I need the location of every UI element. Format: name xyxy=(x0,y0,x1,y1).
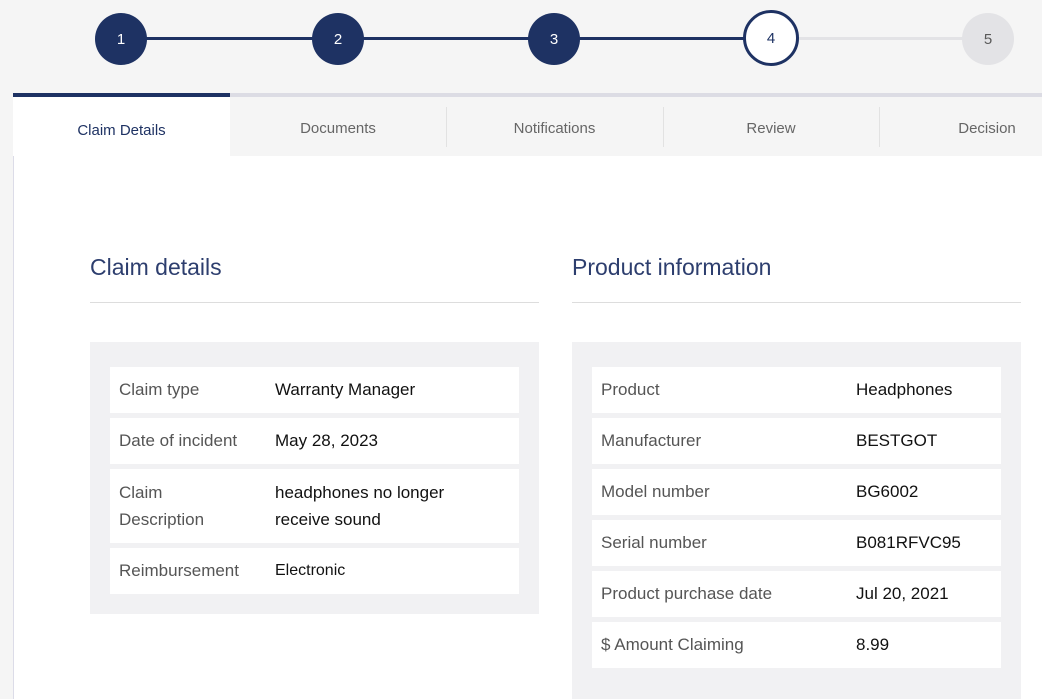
serial-number-row: Serial number B081RFVC95 xyxy=(592,520,1001,566)
manufacturer-label: Manufacturer xyxy=(601,431,702,450)
tab-panel-claim-details: Claim details Claim type Warranty Manage… xyxy=(13,156,1042,699)
tab-claim-details[interactable]: Claim Details xyxy=(13,93,230,156)
amount-claiming-label: $ Amount Claiming xyxy=(601,635,744,654)
claim-description-value-line2: receive sound xyxy=(275,510,381,529)
claim-description-row: Claim Description headphones no longer r… xyxy=(110,469,519,543)
claim-details-heading: Claim details xyxy=(90,254,222,280)
amount-claiming-row: $ Amount Claiming 8.99 xyxy=(592,622,1001,668)
amount-claiming-value: 8.99 xyxy=(856,635,890,654)
tab-bar: Claim Details Documents Notifications Re… xyxy=(13,93,1042,156)
model-number-label: Model number xyxy=(601,482,710,501)
step-connector xyxy=(554,37,772,40)
manufacturer-value: BESTGOT xyxy=(856,431,938,450)
claim-description-label-line2: Description xyxy=(119,510,205,529)
product-row: Product Headphones xyxy=(592,367,1001,413)
serial-number-value: B081RFVC95 xyxy=(856,533,961,552)
claim-type-row: Claim type Warranty Manager xyxy=(110,367,519,413)
step-3[interactable]: 3 xyxy=(528,13,580,65)
serial-number-label: Serial number xyxy=(601,533,707,552)
date-of-incident-value: May 28, 2023 xyxy=(275,431,379,450)
date-of-incident-row: Date of incident May 28, 2023 xyxy=(110,418,519,464)
step-connector xyxy=(120,37,338,40)
manufacturer-row: Manufacturer BESTGOT xyxy=(592,418,1001,464)
step-connector xyxy=(772,37,988,40)
reimbursement-label: Reimbursement xyxy=(119,561,239,580)
step-5[interactable]: 5 xyxy=(962,13,1014,65)
reimbursement-value: Electronic xyxy=(275,562,346,579)
product-information-heading: Product information xyxy=(572,254,772,280)
date-of-incident-label: Date of incident xyxy=(119,431,238,450)
step-4[interactable]: 4 xyxy=(743,10,799,66)
tab-decision[interactable]: Decision xyxy=(879,93,1042,156)
reimbursement-row: Reimbursement Electronic xyxy=(110,548,519,594)
step-connector xyxy=(338,37,554,40)
purchase-date-value: Jul 20, 2021 xyxy=(856,584,949,603)
section-divider xyxy=(572,302,1021,303)
model-number-value: BG6002 xyxy=(856,482,919,501)
step-2[interactable]: 2 xyxy=(312,13,364,65)
tab-notifications[interactable]: Notifications xyxy=(446,93,663,156)
purchase-date-row: Product purchase date Jul 20, 2021 xyxy=(592,571,1001,617)
progress-stepper: 1 2 3 4 5 xyxy=(0,0,1042,80)
claim-type-value: Warranty Manager xyxy=(275,380,416,399)
claim-details-card: Claim type Warranty Manager Date of inci… xyxy=(90,342,539,614)
tab-review[interactable]: Review xyxy=(663,93,879,156)
product-value: Headphones xyxy=(856,380,953,399)
claim-description-value-line1: headphones no longer xyxy=(275,483,445,502)
claim-description-label-line1: Claim xyxy=(119,483,163,502)
step-1[interactable]: 1 xyxy=(95,13,147,65)
section-divider xyxy=(90,302,539,303)
product-label: Product xyxy=(601,380,660,399)
purchase-date-label: Product purchase date xyxy=(601,584,773,603)
claim-type-label: Claim type xyxy=(119,380,200,399)
product-information-card: Product Headphones Manufacturer BESTGOT … xyxy=(572,342,1021,699)
tab-documents[interactable]: Documents xyxy=(230,93,446,156)
model-number-row: Model number BG6002 xyxy=(592,469,1001,515)
